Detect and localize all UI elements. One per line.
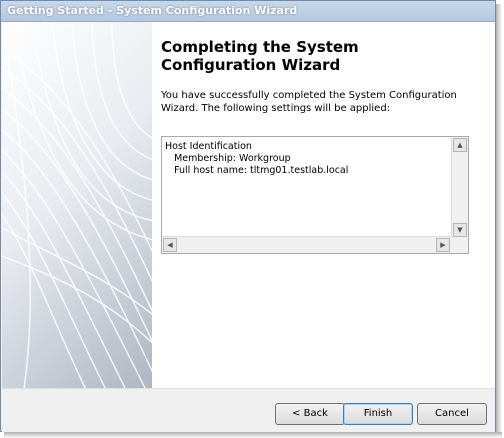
vertical-scrollbar[interactable]: ▲ ▼	[451, 137, 468, 253]
settings-line-hostname: Full host name: tltmg01.testlab.local	[174, 165, 349, 176]
page-heading: Completing the System Configuration Wiza…	[161, 38, 359, 74]
title-bar[interactable]: Getting Started - System Configuration W…	[1, 1, 495, 22]
back-button[interactable]: < Back	[275, 403, 345, 425]
scrollbar-corner	[452, 237, 468, 253]
settings-summary-box[interactable]: Host Identification Membership: Workgrou…	[161, 136, 469, 254]
settings-line-membership: Membership: Workgroup	[174, 153, 291, 164]
wizard-content: Completing the System Configuration Wiza…	[152, 22, 495, 388]
decorative-curves-graphic	[2, 22, 152, 388]
wizard-side-graphic	[2, 22, 152, 388]
window-shadow-bottom	[4, 432, 502, 438]
scroll-down-arrow-icon[interactable]: ▼	[453, 223, 467, 237]
cancel-button[interactable]: Cancel	[417, 403, 487, 425]
settings-section-title: Host Identification	[165, 141, 252, 152]
finish-button[interactable]: Finish	[343, 403, 413, 425]
scroll-up-arrow-icon[interactable]: ▲	[453, 138, 467, 152]
scroll-left-arrow-icon[interactable]: ◀	[163, 238, 177, 252]
wizard-footer: < Back Finish Cancel	[2, 388, 495, 432]
window-shadow-right	[496, 4, 502, 436]
intro-text: You have successfully completed the Syst…	[161, 90, 457, 114]
window-title: Getting Started - System Configuration W…	[7, 4, 298, 17]
wizard-window: Getting Started - System Configuration W…	[0, 0, 496, 432]
settings-summary-text: Host Identification Membership: Workgrou…	[165, 141, 348, 177]
horizontal-scrollbar[interactable]: ◀ ▶	[162, 236, 452, 253]
scroll-right-arrow-icon[interactable]: ▶	[436, 238, 450, 252]
